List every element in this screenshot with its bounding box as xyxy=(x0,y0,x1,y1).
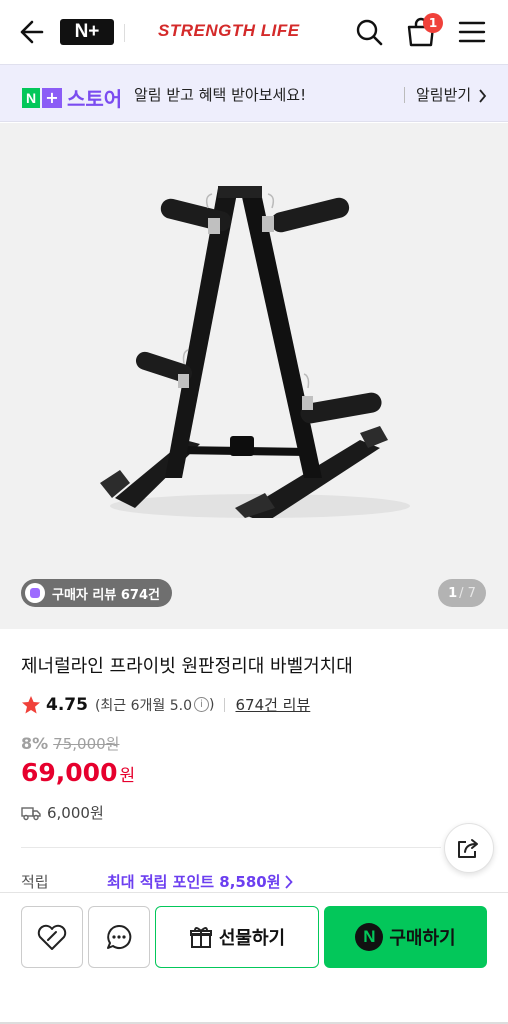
max-point-link[interactable]: 최대 적립 포인트 8,580원 xyxy=(107,871,293,892)
rating-divider xyxy=(224,697,226,712)
image-pager: 1 / 7 xyxy=(438,579,486,607)
shipping-row: 6,000원 xyxy=(21,802,104,823)
store-plus-mark: + xyxy=(42,87,62,108)
header-divider xyxy=(124,24,125,42)
naver-pay-n-icon: N xyxy=(355,923,384,951)
review-icon xyxy=(25,583,45,603)
share-button[interactable] xyxy=(444,823,494,873)
store-label: 스토어 xyxy=(67,87,123,111)
discount-rate: 8% xyxy=(21,734,49,753)
info-icon[interactable]: i xyxy=(194,697,210,712)
buy-button[interactable]: N 구매하기 xyxy=(324,906,487,968)
review-count-link[interactable]: 674건 리뷰 xyxy=(235,694,310,715)
alert-banner[interactable]: N + 스토어 알림 받고 혜택 받아보세요! 알림받기 xyxy=(0,64,508,122)
share-icon xyxy=(458,839,478,858)
notification-subscribe-link[interactable]: 알림받기 xyxy=(416,84,471,105)
product-photo xyxy=(100,186,410,518)
back-arrow-icon[interactable] xyxy=(18,18,44,46)
bottom-action-bar: 선물하기 N 구매하기 xyxy=(0,892,508,1024)
review-chip-label: 구매자 리뷰 674건 xyxy=(52,587,160,603)
rating-row: 4.75 (최근 6개월 5.0 i ) 674건 리뷰 xyxy=(21,694,310,715)
cart-count-badge: 1 xyxy=(423,13,443,33)
search-icon[interactable] xyxy=(355,18,383,46)
price-row: 69,000 원 xyxy=(21,758,135,787)
chat-bubble-icon xyxy=(107,924,132,949)
original-price: 75,000원 xyxy=(53,735,120,753)
heart-icon xyxy=(37,924,67,950)
average-rating: 4.75 xyxy=(46,694,88,715)
logo-text: N+ xyxy=(74,21,100,42)
chevron-right-icon xyxy=(479,89,487,103)
top-header: N+ STRENGTH LIFE 1 xyxy=(0,0,508,64)
naver-plus-logo[interactable]: N+ xyxy=(60,19,114,45)
shipping-fee: 6,000원 xyxy=(47,804,104,822)
chevron-right-icon xyxy=(284,874,293,889)
gift-label: 선물하기 xyxy=(218,928,286,949)
buyer-review-chip[interactable]: 구매자 리뷰 674건 xyxy=(21,579,172,607)
banner-message: 알림 받고 혜택 받아보세요! xyxy=(134,86,307,104)
point-label: 적립 xyxy=(21,873,49,891)
product-title: 제너럴라인 프라이빗 원판정리대 바벨거치대 xyxy=(21,656,353,677)
max-point-value: 최대 적립 포인트 8,580원 xyxy=(107,873,281,891)
price-unit: 원 xyxy=(119,766,136,786)
buy-label: 구매하기 xyxy=(389,928,456,949)
store-n-mark: N xyxy=(22,87,40,108)
discount-row: 8% 75,000원 xyxy=(21,733,119,754)
naver-plus-store-logo: N + 스토어 xyxy=(22,83,122,112)
pager-current: 1 xyxy=(448,585,458,601)
sale-price: 69,000 xyxy=(21,758,118,787)
product-image-gallery[interactable]: 구매자 리뷰 674건 1 / 7 xyxy=(0,123,508,629)
banner-divider xyxy=(404,87,405,103)
recent-rating-close: ) xyxy=(209,696,215,713)
recent-rating: (최근 6개월 5.0 xyxy=(94,697,193,714)
gift-button[interactable]: 선물하기 xyxy=(155,906,319,968)
hamburger-menu-icon[interactable] xyxy=(458,20,486,44)
talk-talk-button[interactable] xyxy=(88,906,150,968)
star-icon xyxy=(22,695,40,713)
gift-icon xyxy=(189,927,212,948)
truck-icon xyxy=(21,806,41,820)
store-brand-name[interactable]: STRENGTH LIFE xyxy=(158,21,300,41)
section-divider xyxy=(21,847,441,848)
wishlist-button[interactable] xyxy=(21,906,83,968)
pager-total: / 7 xyxy=(459,585,476,601)
